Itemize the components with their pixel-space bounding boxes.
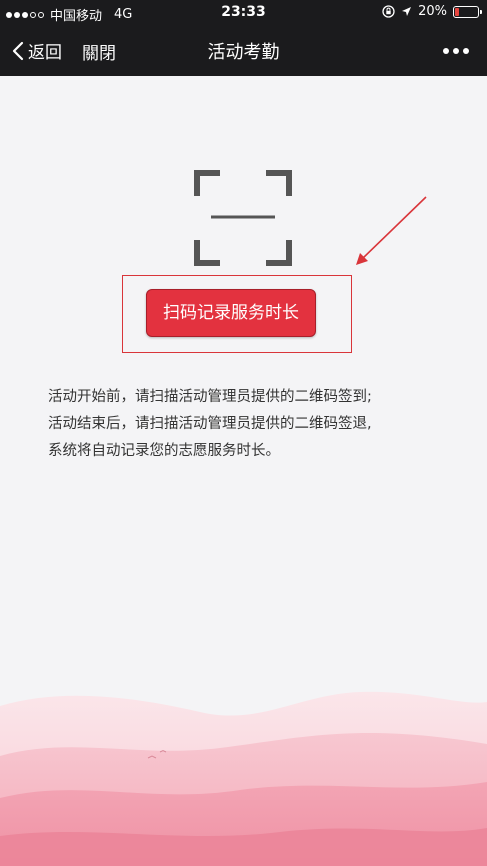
instruction-line: 系统将自动记录您的志愿服务时长。 [48,443,280,459]
instruction-line: 活动开始前，请扫描活动管理员提供的二维码签到; [48,389,372,405]
nav-bar: 返回 關閉 活动考勤 [0,26,487,76]
instructions: 活动开始前，请扫描活动管理员提供的二维码签到; 活动结束后，请扫描活动管理员提供… [48,384,458,465]
battery-percent: 20% [418,4,447,19]
instruction-line: 活动结束后，请扫描活动管理员提供的二维码签退, [48,416,372,432]
battery-fill [455,7,459,16]
decorative-waves [0,691,487,866]
status-right: 20% [382,4,482,19]
battery-icon [453,5,482,18]
scan-frame-icon[interactable] [193,169,293,267]
more-menu-button[interactable] [443,48,469,54]
location-arrow-icon [402,7,412,16]
page-title: 活动考勤 [207,42,280,63]
annotation-arrow-icon [356,196,427,265]
more-dot-icon [443,48,449,54]
top-bar: 中国移动 4G 23:33 20% 返回 關閉 活动考勤 [0,0,487,76]
orientation-lock-icon [382,5,395,18]
more-dot-icon [463,48,469,54]
more-dot-icon [453,48,459,54]
scan-record-button[interactable]: 扫码记录服务时长 [146,289,316,337]
status-bar: 中国移动 4G 23:33 20% [0,0,487,26]
